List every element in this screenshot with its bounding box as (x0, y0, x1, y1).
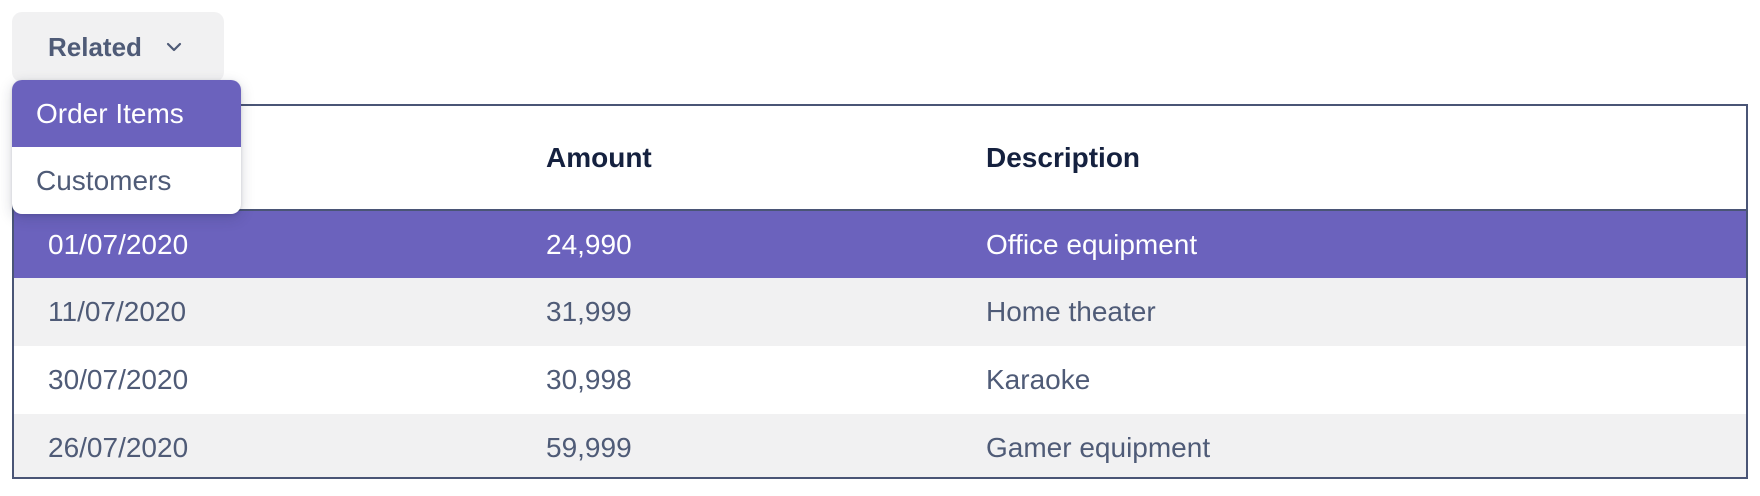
chevron-down-icon (164, 37, 184, 57)
menu-item-order-items[interactable]: Order Items (12, 80, 241, 147)
related-button-label: Related (48, 31, 142, 62)
page: Related Date Amount Description (0, 0, 1760, 496)
cell-description: Gamer equipment (986, 432, 1211, 463)
cell-date: 30/07/2020 (48, 364, 189, 395)
cell-date: 01/07/2020 (48, 228, 189, 260)
table-row[interactable]: 26/07/2020 59,999 Gamer equipment (14, 414, 1746, 477)
column-header-description[interactable]: Description (986, 106, 1746, 211)
orders-table: Date Amount Description 01/07/2020 24,99… (12, 104, 1748, 479)
table-row[interactable]: 30/07/2020 30,998 Karaoke (14, 346, 1746, 414)
table-header-row: Date Amount Description (14, 106, 1746, 211)
cell-description: Home theater (986, 296, 1156, 327)
cell-amount: 59,999 (546, 432, 632, 463)
cell-amount: 30,998 (546, 364, 632, 395)
cell-date: 26/07/2020 (48, 432, 189, 463)
cell-amount: 31,999 (546, 296, 632, 327)
cell-description: Office equipment (986, 228, 1198, 260)
cell-description: Karaoke (986, 364, 1091, 395)
menu-item-customers[interactable]: Customers (12, 147, 241, 214)
table-row[interactable]: 11/07/2020 31,999 Home theater (14, 278, 1746, 346)
related-dropdown-button[interactable]: Related (12, 12, 224, 82)
cell-amount: 24,990 (546, 228, 632, 260)
related-dropdown-menu: Order Items Customers (12, 80, 241, 214)
cell-date: 11/07/2020 (48, 296, 187, 327)
table-row[interactable]: 01/07/2020 24,990 Office equipment (14, 210, 1746, 278)
column-header-amount[interactable]: Amount (546, 106, 986, 211)
